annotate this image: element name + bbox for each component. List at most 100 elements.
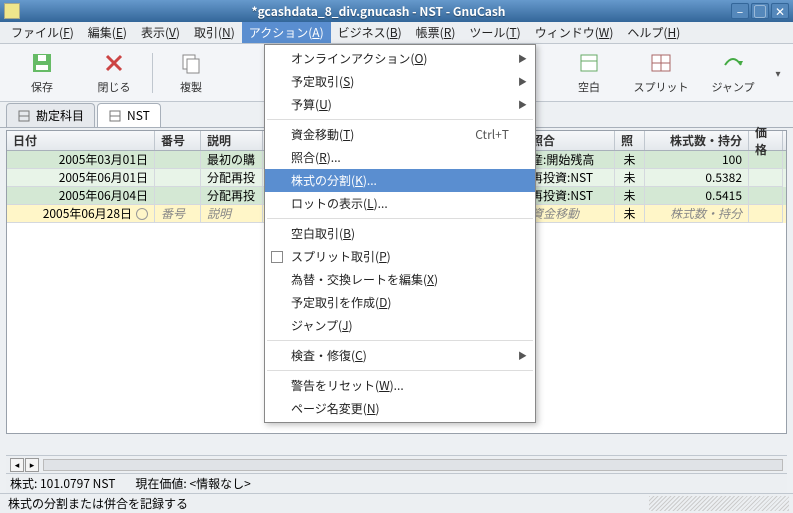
scroll-left-button[interactable]: ◂ [10, 458, 24, 472]
col-shares[interactable]: 株式数・持分 [645, 131, 749, 150]
col-num[interactable]: 番号 [155, 131, 201, 150]
summary-bar: 株式: 101.0797 NST 現在価値: <情報なし> [6, 473, 787, 493]
duplicate-button[interactable]: 複製 [155, 51, 227, 95]
cell-date[interactable]: 2005年06月04日 [7, 187, 155, 205]
menu-f[interactable]: ファイル(F) [4, 22, 81, 43]
cell-rec[interactable]: 未 [615, 151, 645, 169]
col-rec[interactable]: 照 [615, 131, 645, 150]
entry-desc[interactable]: 説明 [201, 205, 263, 223]
minimize-button[interactable]: ‒ [731, 3, 749, 19]
toolbar-overflow[interactable]: ▾ [769, 65, 787, 80]
menu-e[interactable]: 編集(E) [81, 22, 134, 43]
menu-item[interactable]: 予定取引(S) [265, 70, 535, 93]
menu-item-label: 警告をリセット(W)... [291, 377, 404, 394]
col-price[interactable]: 価格 [749, 131, 783, 150]
entry-rec[interactable]: 未 [615, 205, 645, 223]
app-icon [4, 3, 20, 19]
save-label: 保存 [31, 79, 53, 95]
col-desc[interactable]: 説明 [201, 131, 263, 150]
menu-item[interactable]: ジャンプ(J) [265, 314, 535, 337]
jump-button[interactable]: ジャンプ [697, 51, 769, 95]
tab-1[interactable]: NST [97, 103, 161, 127]
entry-price[interactable] [749, 205, 783, 223]
menu-item-label: ページ名変更(N) [291, 400, 380, 417]
menu-item[interactable]: 空白取引(B) [265, 222, 535, 245]
cell-num[interactable] [155, 151, 201, 169]
hscrollbar[interactable] [43, 459, 783, 471]
col-ref[interactable]: 照合 [525, 131, 615, 150]
menu-n[interactable]: 取引(N) [187, 22, 242, 43]
cell-price[interactable] [749, 187, 783, 205]
entry-num[interactable]: 番号 [155, 205, 201, 223]
menu-item[interactable]: ページ名変更(N) [265, 397, 535, 420]
menu-item[interactable]: スプリット取引(P) [265, 245, 535, 268]
cell-desc[interactable]: 最初の購 [201, 151, 263, 169]
menu-item-label: ロットの表示(L)... [291, 195, 388, 212]
menu-t[interactable]: ツール(T) [462, 22, 527, 43]
menubar: ファイル(F)編集(E)表示(V)取引(N)アクション(A)ビジネス(B)帳票(… [0, 22, 793, 44]
tab-label: 勘定科目 [36, 107, 84, 124]
menu-v[interactable]: 表示(V) [134, 22, 187, 43]
menu-item[interactable]: 検査・修復(C) [265, 344, 535, 367]
menu-item[interactable]: 警告をリセット(W)... [265, 374, 535, 397]
cell-shares[interactable]: 0.5382 [645, 169, 749, 187]
col-date[interactable]: 日付 [7, 131, 155, 150]
cell-num[interactable] [155, 169, 201, 187]
menu-item-label: 予算(U) [291, 96, 332, 113]
menu-item-label: 照合(R)... [291, 149, 341, 166]
entry-shares[interactable]: 株式数・持分 [645, 205, 749, 223]
cell-date[interactable]: 2005年06月01日 [7, 169, 155, 187]
cell-ref[interactable]: 再投資:NST [525, 169, 615, 187]
menu-w[interactable]: ウィンドウ(W) [528, 22, 621, 43]
split-icon [649, 51, 673, 75]
cell-desc[interactable]: 分配再投 [201, 187, 263, 205]
shares-summary: 株式: 101.0797 NST [10, 475, 115, 492]
split-button[interactable]: スプリット [625, 51, 697, 95]
scroll-right-button[interactable]: ▸ [25, 458, 39, 472]
cell-shares[interactable]: 100 [645, 151, 749, 169]
tab-0[interactable]: 勘定科目 [6, 103, 95, 127]
menu-item-label: 株式の分割(K)... [291, 172, 377, 189]
menu-item[interactable]: 予算(U) [265, 93, 535, 116]
menu-b[interactable]: ビジネス(B) [331, 22, 409, 43]
blank-button[interactable]: 空白 [553, 51, 625, 95]
menu-separator [267, 218, 533, 219]
menu-item[interactable]: オンラインアクション(O) [265, 47, 535, 70]
cell-shares[interactable]: 0.5415 [645, 187, 749, 205]
calendar-icon[interactable] [136, 208, 148, 220]
menu-item-label: オンラインアクション(O) [291, 50, 427, 67]
menu-item[interactable]: 為替・交換レートを編集(X) [265, 268, 535, 291]
tab-label: NST [127, 107, 150, 124]
cell-date[interactable]: 2005年03月01日 [7, 151, 155, 169]
menu-a[interactable]: アクション(A) [242, 22, 331, 43]
menu-r[interactable]: 帳票(R) [409, 22, 463, 43]
cell-num[interactable] [155, 187, 201, 205]
menu-item-label: 為替・交換レートを編集(X) [291, 271, 438, 288]
close-window-button[interactable]: ✕ [771, 3, 789, 19]
entry-date[interactable]: 2005年06月28日 [7, 205, 155, 223]
cell-rec[interactable]: 未 [615, 169, 645, 187]
status-hint: 株式の分割または併合を記録する [8, 495, 188, 512]
menu-item-label: 空白取引(B) [291, 225, 355, 242]
cell-price[interactable] [749, 151, 783, 169]
menu-item[interactable]: 資金移動(T)Ctrl+T [265, 123, 535, 146]
entry-ref[interactable]: 資金移動 [525, 205, 615, 223]
cell-rec[interactable]: 未 [615, 187, 645, 205]
cell-desc[interactable]: 分配再投 [201, 169, 263, 187]
menu-item[interactable]: ロットの表示(L)... [265, 192, 535, 215]
resize-grip[interactable] [649, 496, 789, 511]
maximize-button[interactable]: ▢ [751, 3, 769, 19]
close-label: 閉じる [98, 79, 131, 95]
split-label: スプリット [634, 79, 689, 95]
menu-h[interactable]: ヘルプ(H) [620, 22, 687, 43]
menu-item[interactable]: 株式の分割(K)... [265, 169, 535, 192]
cell-ref[interactable]: 再投資:NST [525, 187, 615, 205]
menu-item[interactable]: 予定取引を作成(D) [265, 291, 535, 314]
menu-item[interactable]: 照合(R)... [265, 146, 535, 169]
cell-price[interactable] [749, 169, 783, 187]
blank-label: 空白 [578, 79, 600, 95]
save-button[interactable]: 保存 [6, 51, 78, 95]
duplicate-label: 複製 [180, 79, 202, 95]
cell-ref[interactable]: 産:開始残高 [525, 151, 615, 169]
close-button[interactable]: 閉じる [78, 51, 150, 95]
